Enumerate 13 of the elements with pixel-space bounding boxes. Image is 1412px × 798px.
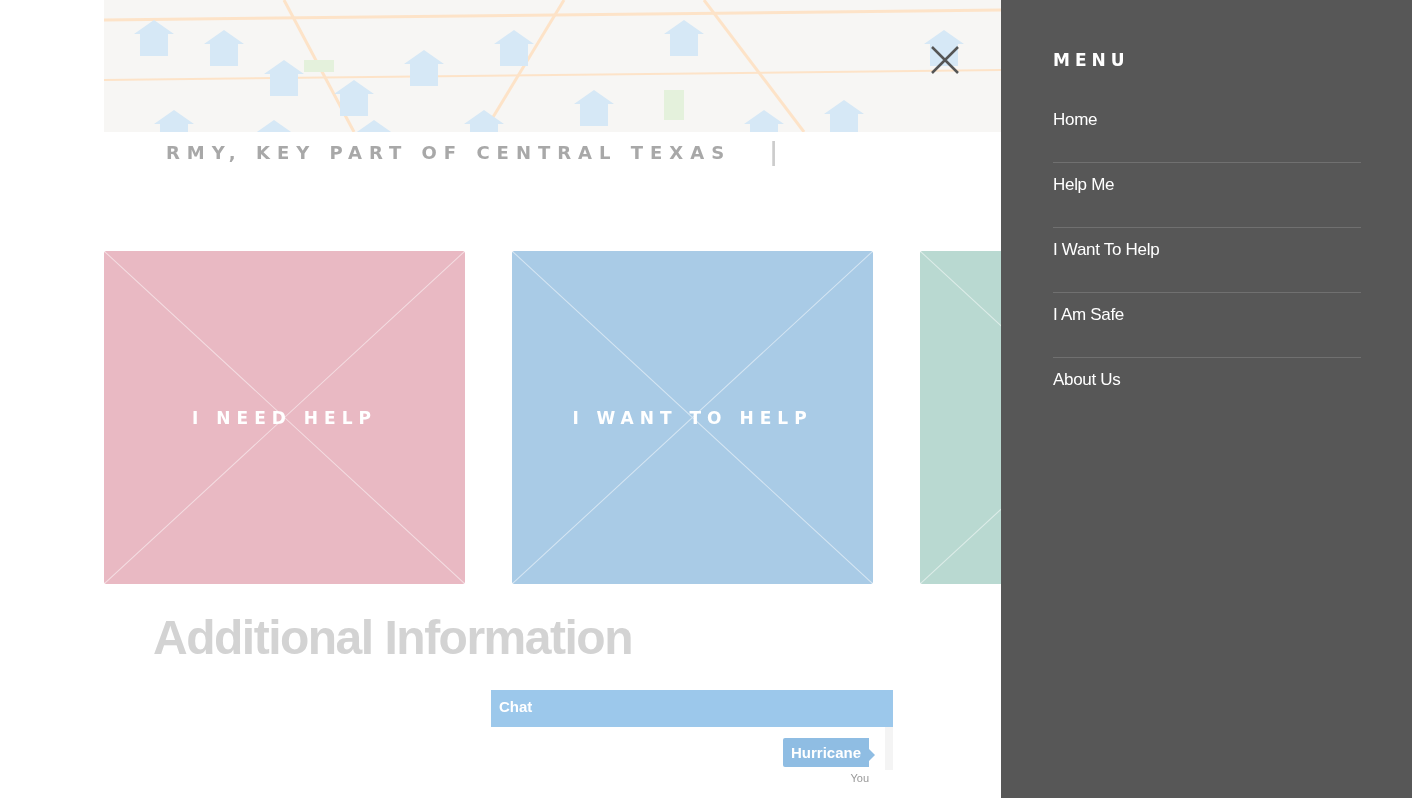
text-cursor: |	[769, 138, 778, 166]
chat-header: Chat	[491, 690, 893, 727]
tagline: RMY, KEY PART OF CENTRAL TEXAS	[166, 141, 732, 163]
menu-title: MENU	[1053, 50, 1131, 70]
chat-bubble: Hurricane	[782, 738, 875, 767]
menu-item[interactable]: I Want To Help	[1053, 228, 1361, 293]
menu-item[interactable]: I Am Safe	[1053, 293, 1361, 358]
menu-item[interactable]: Home	[1053, 98, 1361, 163]
menu-item[interactable]: Help Me	[1053, 163, 1361, 228]
sender-label: You	[850, 772, 869, 784]
scrollbar[interactable]	[885, 727, 893, 770]
menu-item[interactable]: About Us	[1053, 358, 1361, 423]
close-icon[interactable]	[930, 45, 960, 75]
